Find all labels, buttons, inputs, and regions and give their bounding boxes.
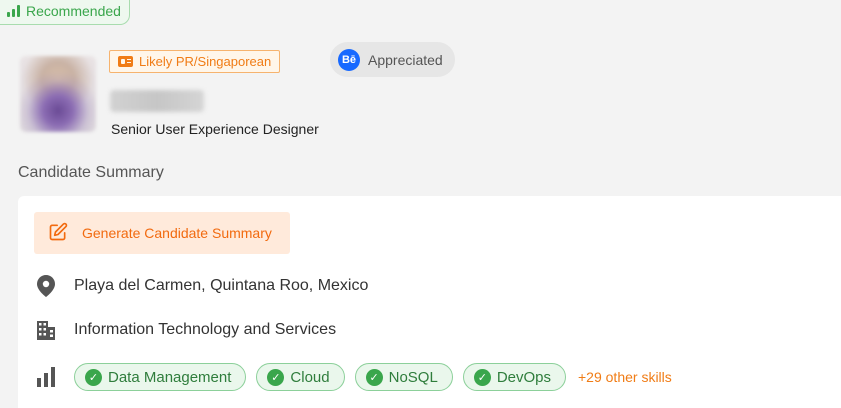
appreciated-badge[interactable]: Bē Appreciated	[330, 42, 455, 77]
generate-summary-label: Generate Candidate Summary	[82, 225, 272, 241]
avatar[interactable]	[20, 56, 96, 132]
edit-icon	[48, 222, 68, 245]
skills-row: ✓ Data Management ✓ Cloud ✓ NoSQL ✓ DevO…	[36, 363, 672, 391]
candidate-summary-heading: Candidate Summary	[18, 164, 164, 181]
industry-row: Information Technology and Services	[36, 320, 336, 340]
candidate-name-redacted	[110, 90, 204, 112]
skill-chip[interactable]: ✓ NoSQL	[354, 363, 453, 391]
generate-summary-button[interactable]: Generate Candidate Summary	[34, 212, 290, 254]
check-circle-icon: ✓	[473, 368, 491, 386]
building-icon	[36, 320, 56, 340]
more-skills-link[interactable]: +29 other skills	[578, 369, 672, 385]
appreciated-label: Appreciated	[368, 51, 443, 68]
skill-chips: ✓ Data Management ✓ Cloud ✓ NoSQL ✓ DevO…	[74, 363, 672, 391]
pr-status-label: Likely PR/Singaporean	[139, 54, 272, 69]
location-text: Playa del Carmen, Quintana Roo, Mexico	[74, 277, 369, 294]
skill-label: Data Management	[108, 368, 232, 386]
candidate-card: Recommended Likely PR/Singaporean Bē App…	[0, 0, 841, 408]
check-circle-icon: ✓	[267, 368, 285, 386]
skill-level-icon	[36, 367, 56, 387]
recommended-tag: Recommended	[0, 0, 130, 25]
id-card-icon	[118, 56, 133, 67]
summary-card: Generate Candidate Summary Playa del Car…	[18, 196, 841, 408]
recommended-label: Recommended	[26, 3, 121, 19]
check-circle-icon: ✓	[85, 368, 102, 386]
skill-chip[interactable]: ✓ Data Management	[74, 363, 247, 391]
signal-bars-icon	[7, 5, 20, 17]
behance-icon: Bē	[338, 48, 360, 71]
skill-chip[interactable]: ✓ DevOps	[462, 363, 566, 391]
skill-label: NoSQL	[388, 368, 438, 386]
pr-status-badge: Likely PR/Singaporean	[109, 50, 281, 73]
location-pin-icon	[36, 275, 56, 297]
location-row: Playa del Carmen, Quintana Roo, Mexico	[36, 275, 369, 297]
industry-text: Information Technology and Services	[74, 321, 337, 338]
skill-chip[interactable]: ✓ Cloud	[256, 363, 345, 391]
skill-label: Cloud	[290, 368, 330, 386]
skill-label: DevOps	[496, 368, 551, 386]
job-title: Senior User Experience Designer	[111, 121, 319, 137]
check-circle-icon: ✓	[365, 368, 383, 386]
